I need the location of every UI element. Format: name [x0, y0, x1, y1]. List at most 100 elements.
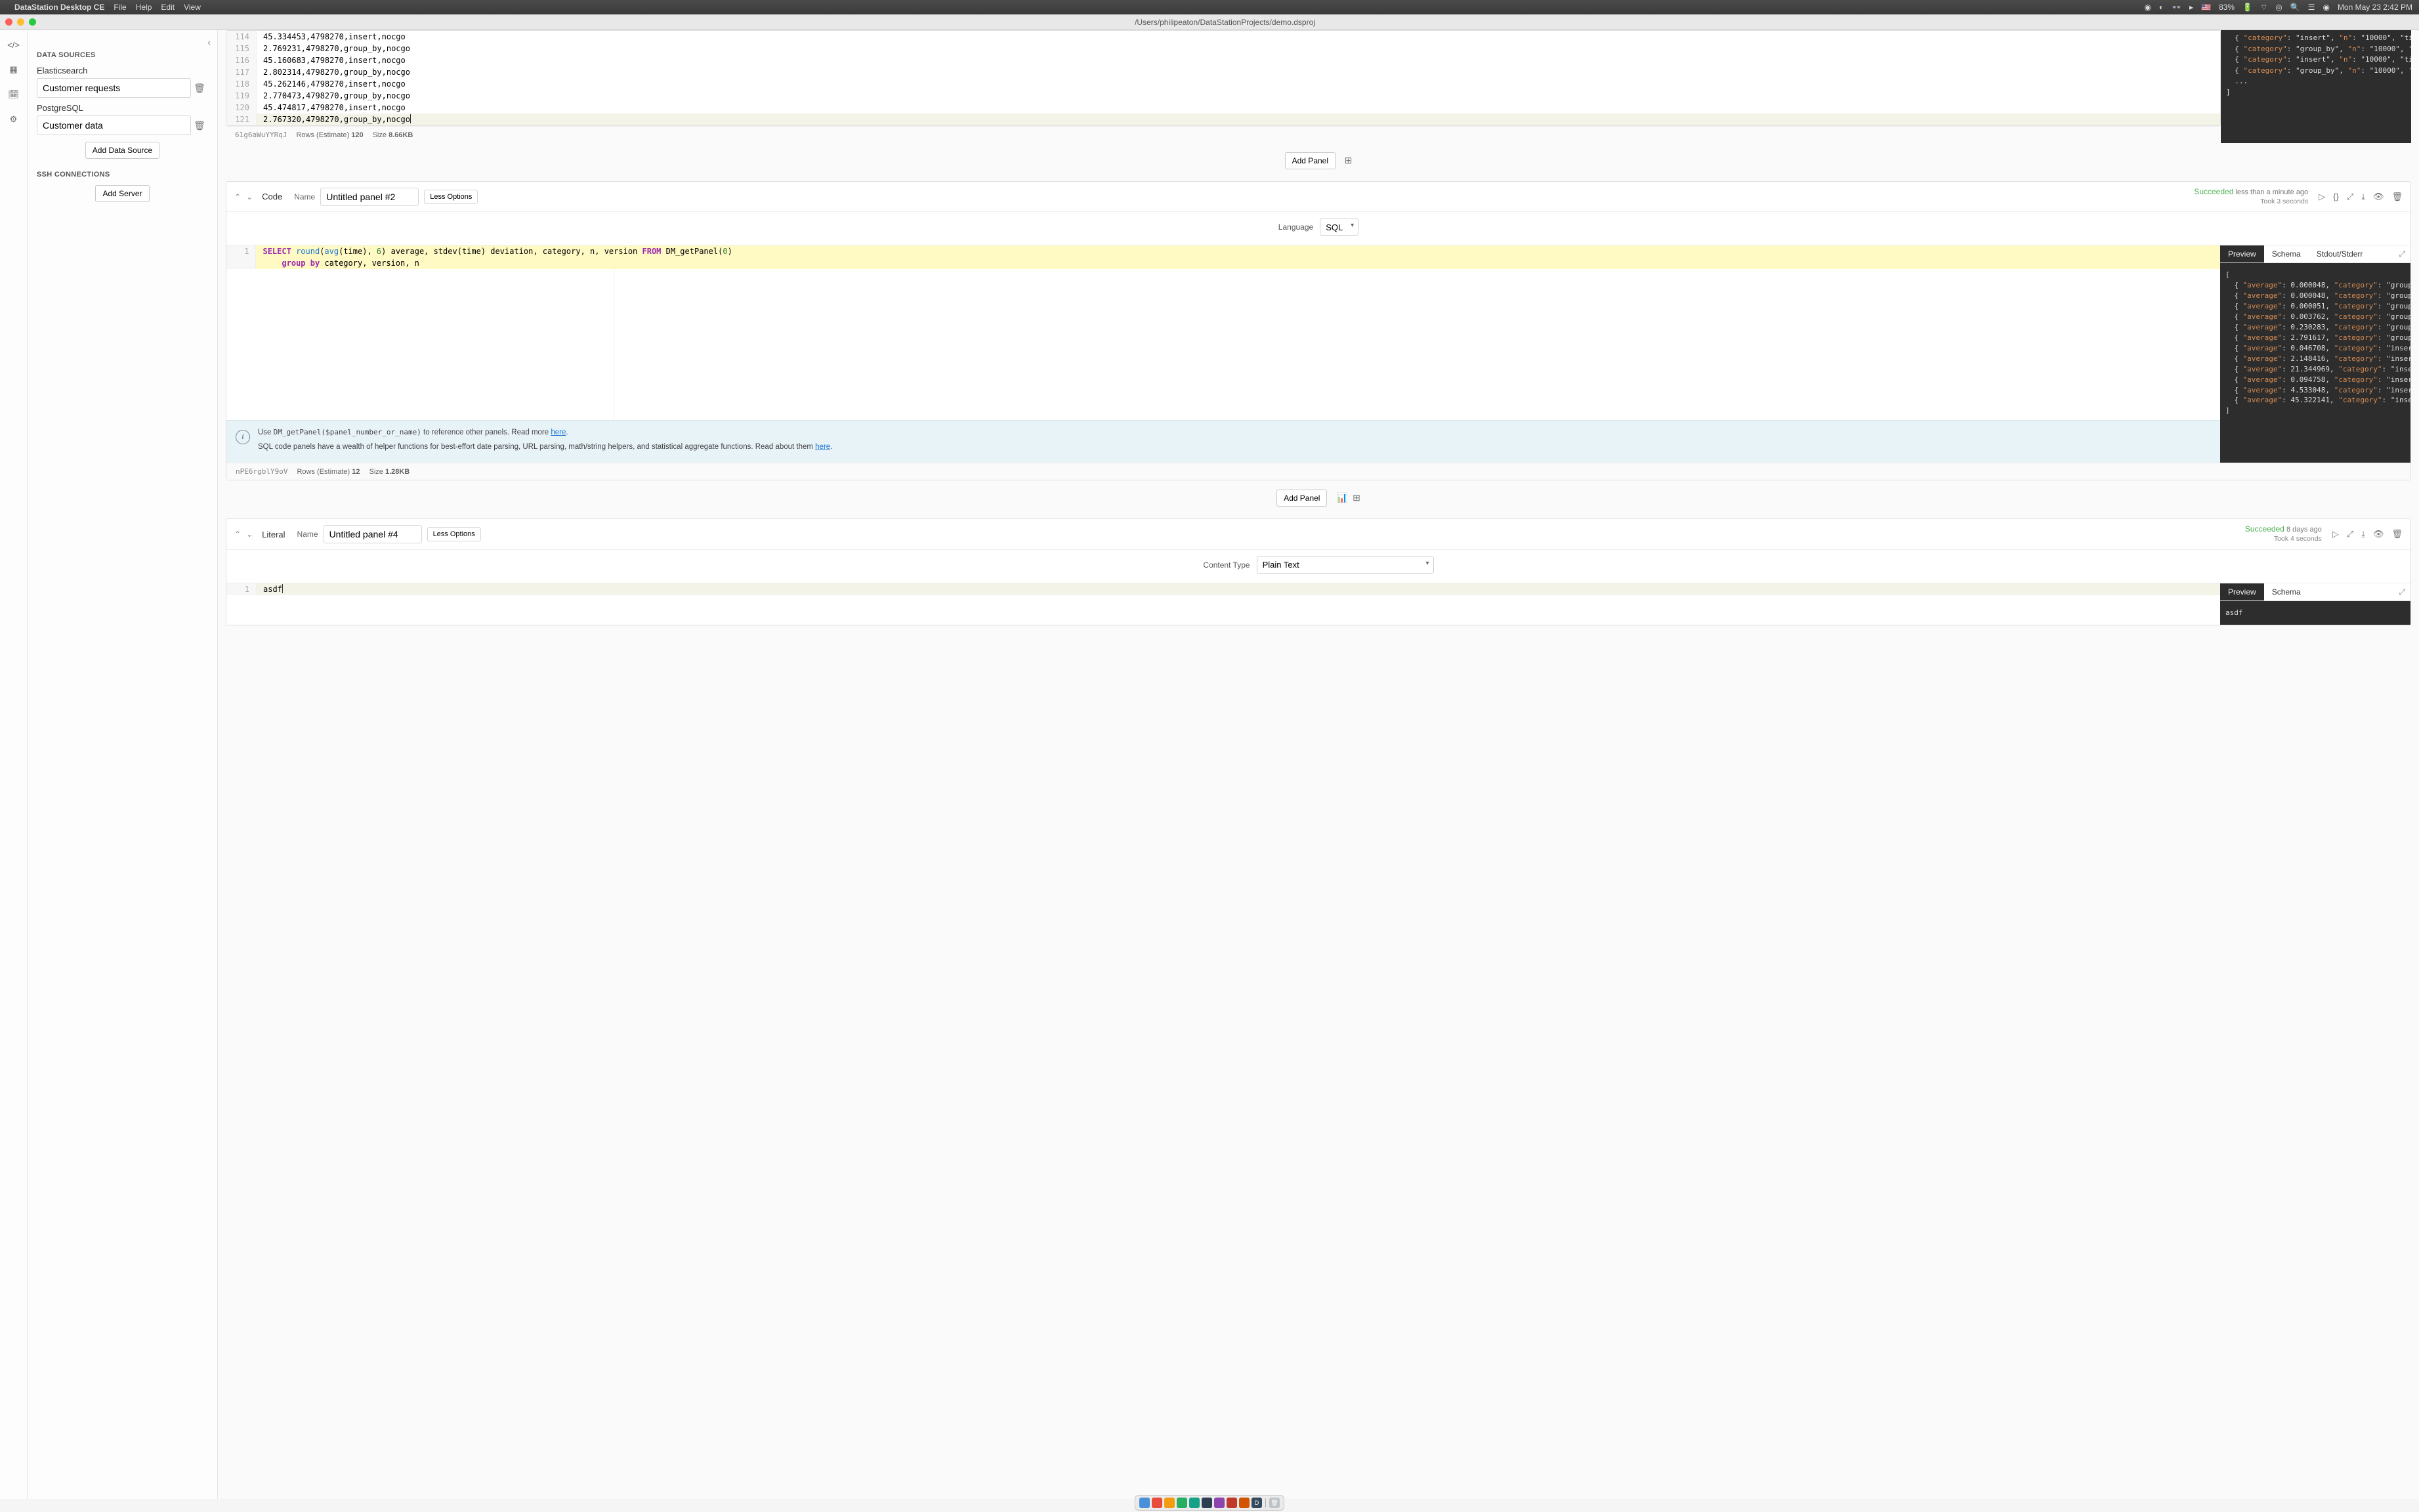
- panel3-download-icon[interactable]: ⤓: [2361, 529, 2365, 539]
- panel3-hide-icon[interactable]: 👁: [2373, 529, 2384, 539]
- dock-app-1[interactable]: [1139, 1498, 1150, 1508]
- panel3-preview-expand-icon[interactable]: ⤢: [2399, 587, 2405, 597]
- panel2-fullscreen-icon[interactable]: ⤢: [2347, 192, 2353, 202]
- panel2-preview-expand-icon[interactable]: ⤢: [2399, 249, 2405, 259]
- panel3-fullscreen-icon[interactable]: ⤢: [2347, 529, 2353, 539]
- panel3-text-editor[interactable]: 1asdf: [226, 583, 2220, 595]
- panel2-expand-icon[interactable]: ⌄: [246, 192, 253, 201]
- panel2-download-icon[interactable]: ⤓: [2361, 192, 2365, 202]
- battery-icon[interactable]: 🔋: [2242, 3, 2252, 12]
- panel3-expand-icon[interactable]: ⌄: [246, 530, 253, 539]
- panel3: ⌃ ⌄ Literal Name Less Options Succeeded …: [226, 518, 2411, 625]
- dock-app-5[interactable]: [1189, 1498, 1200, 1508]
- panel2-json-icon[interactable]: {}: [2333, 192, 2339, 202]
- window-title: /Users/philipeaton/DataStationProjects/d…: [36, 18, 2414, 27]
- panel2-tab-schema[interactable]: Schema: [2264, 245, 2309, 262]
- panel3-tab-preview[interactable]: Preview: [2220, 583, 2264, 600]
- menu-view[interactable]: View: [184, 3, 201, 12]
- dashboard-icon[interactable]: ▦: [7, 63, 20, 76]
- sidebar-collapse-icon[interactable]: ‹: [207, 37, 211, 47]
- menubar-app-name: DataStation Desktop CE: [14, 3, 104, 12]
- panel3-collapse-icon[interactable]: ⌃: [234, 530, 241, 539]
- code-panels-icon[interactable]: </>: [7, 38, 20, 51]
- panel2-run-icon[interactable]: ▷: [2319, 192, 2325, 202]
- panel2-delete-icon[interactable]: 🗑: [2391, 192, 2403, 202]
- panel3-type: Literal: [262, 530, 285, 539]
- icon-rail: </> ▦ 🗓 ⚙: [0, 30, 28, 1499]
- dock-app-6[interactable]: [1202, 1498, 1212, 1508]
- panel2-tab-stdout[interactable]: Stdout/Stderr: [2309, 245, 2371, 262]
- ds2-name-input[interactable]: [37, 116, 191, 135]
- panel3-status: Succeeded 8 days ago Took 4 seconds: [2245, 524, 2322, 543]
- ssh-heading: SSH CONNECTIONS: [37, 171, 208, 178]
- menu-help[interactable]: Help: [136, 3, 152, 12]
- info-icon: i: [236, 430, 250, 444]
- dock-app-2[interactable]: [1152, 1498, 1162, 1508]
- siri-icon[interactable]: ◉: [2323, 3, 2329, 12]
- status-icon[interactable]: ◐: [2159, 3, 2164, 12]
- data-sources-heading: DATA SOURCES: [37, 51, 208, 59]
- record-icon[interactable]: ◉: [2144, 3, 2151, 12]
- panel2-type: Code: [262, 192, 282, 201]
- add-panel-button-1[interactable]: Add Panel: [1285, 152, 1336, 169]
- user-icon[interactable]: ◎: [2275, 3, 2282, 12]
- ds1-kind: Elasticsearch: [37, 66, 208, 75]
- add-panel-button-2[interactable]: Add Panel: [1276, 490, 1327, 507]
- menubar-clock[interactable]: Mon May 23 2:42 PM: [2338, 3, 2412, 12]
- panel2-less-options[interactable]: Less Options: [424, 190, 478, 204]
- dock-app-3[interactable]: [1164, 1498, 1175, 1508]
- macos-menubar: DataStation Desktop CE File Help Edit Vi…: [0, 0, 2419, 14]
- dock-app-8[interactable]: [1227, 1498, 1237, 1508]
- panel2-lang-select[interactable]: SQL: [1320, 219, 1358, 236]
- battery-label: 83%: [2219, 3, 2235, 12]
- dock-app-4[interactable]: [1177, 1498, 1187, 1508]
- add-server-button[interactable]: Add Server: [95, 185, 149, 202]
- panel2-hide-icon[interactable]: 👁: [2373, 192, 2384, 202]
- search-icon[interactable]: 🔍: [2290, 3, 2300, 12]
- window-close-button[interactable]: [5, 18, 12, 26]
- window-minimize-button[interactable]: [17, 18, 24, 26]
- ds2-delete-icon[interactable]: 🗑: [191, 120, 208, 131]
- add-table-panel-icon[interactable]: ⊞: [1345, 155, 1353, 165]
- ds1-delete-icon[interactable]: 🗑: [191, 83, 208, 94]
- menu-edit[interactable]: Edit: [161, 3, 175, 12]
- control-center-icon[interactable]: ☰: [2308, 3, 2315, 12]
- panel2-name-label: Name: [294, 192, 315, 201]
- dock-trash-icon[interactable]: 🗑: [1269, 1498, 1280, 1508]
- wifi-icon[interactable]: ⌔: [2260, 3, 2267, 12]
- panel3-less-options[interactable]: Less Options: [427, 527, 481, 541]
- panel3-tab-schema[interactable]: Schema: [2264, 583, 2309, 600]
- panel2-sql-editor[interactable]: 1SELECT round(avg(time), 6) average, std…: [226, 245, 2220, 269]
- panel3-preview-text: asdf: [2220, 601, 2410, 625]
- panel2-collapse-icon[interactable]: ⌃: [234, 192, 241, 201]
- settings-icon[interactable]: ⚙: [7, 113, 20, 126]
- sidebar: ‹ DATA SOURCES Elasticsearch 🗑 PostgreSQ…: [28, 30, 218, 1499]
- ds1-name-input[interactable]: [37, 78, 191, 98]
- panel3-ct-select[interactable]: Plain Text: [1257, 556, 1434, 574]
- tip1-link[interactable]: here: [551, 429, 566, 436]
- panel2-footer: nPE6rgblY9oV Rows (Estimate) 12 Size 1.2…: [226, 463, 2410, 480]
- add-data-source-button[interactable]: Add Data Source: [85, 142, 159, 159]
- menu-file[interactable]: File: [114, 3, 126, 12]
- ds2-kind: PostgreSQL: [37, 103, 208, 113]
- dock-app-9[interactable]: [1239, 1498, 1250, 1508]
- panel1-editor[interactable]: 11445.334453,4798270,insert,nocgo1152.76…: [226, 30, 2221, 126]
- glasses-icon[interactable]: 👓: [2172, 3, 2181, 12]
- play-icon[interactable]: ▸: [2189, 3, 2193, 12]
- panel3-delete-icon[interactable]: 🗑: [2391, 529, 2403, 539]
- panel2-name-input[interactable]: [320, 188, 419, 206]
- tip2-link[interactable]: here: [815, 443, 830, 451]
- flag-icon[interactable]: 🇺🇸: [2201, 3, 2211, 12]
- panel1-id: 61g6aWuYYRqJ: [235, 131, 287, 139]
- scheduler-icon[interactable]: 🗓: [7, 88, 20, 101]
- panel2-tab-preview[interactable]: Preview: [2220, 245, 2264, 262]
- panel3-name-input[interactable]: [324, 525, 422, 543]
- add-table-panel-icon-2[interactable]: ⊞: [1353, 492, 1360, 503]
- panel2-status: Succeeded less than a minute ago Took 3 …: [2194, 187, 2308, 206]
- dock-app-10[interactable]: D: [1252, 1498, 1262, 1508]
- add-chart-panel-icon[interactable]: 📊: [1336, 492, 1347, 503]
- window-maximize-button[interactable]: [29, 18, 36, 26]
- macos-dock: D 🗑: [1135, 1495, 1284, 1511]
- dock-app-7[interactable]: [1214, 1498, 1225, 1508]
- panel3-run-icon[interactable]: ▷: [2332, 529, 2339, 539]
